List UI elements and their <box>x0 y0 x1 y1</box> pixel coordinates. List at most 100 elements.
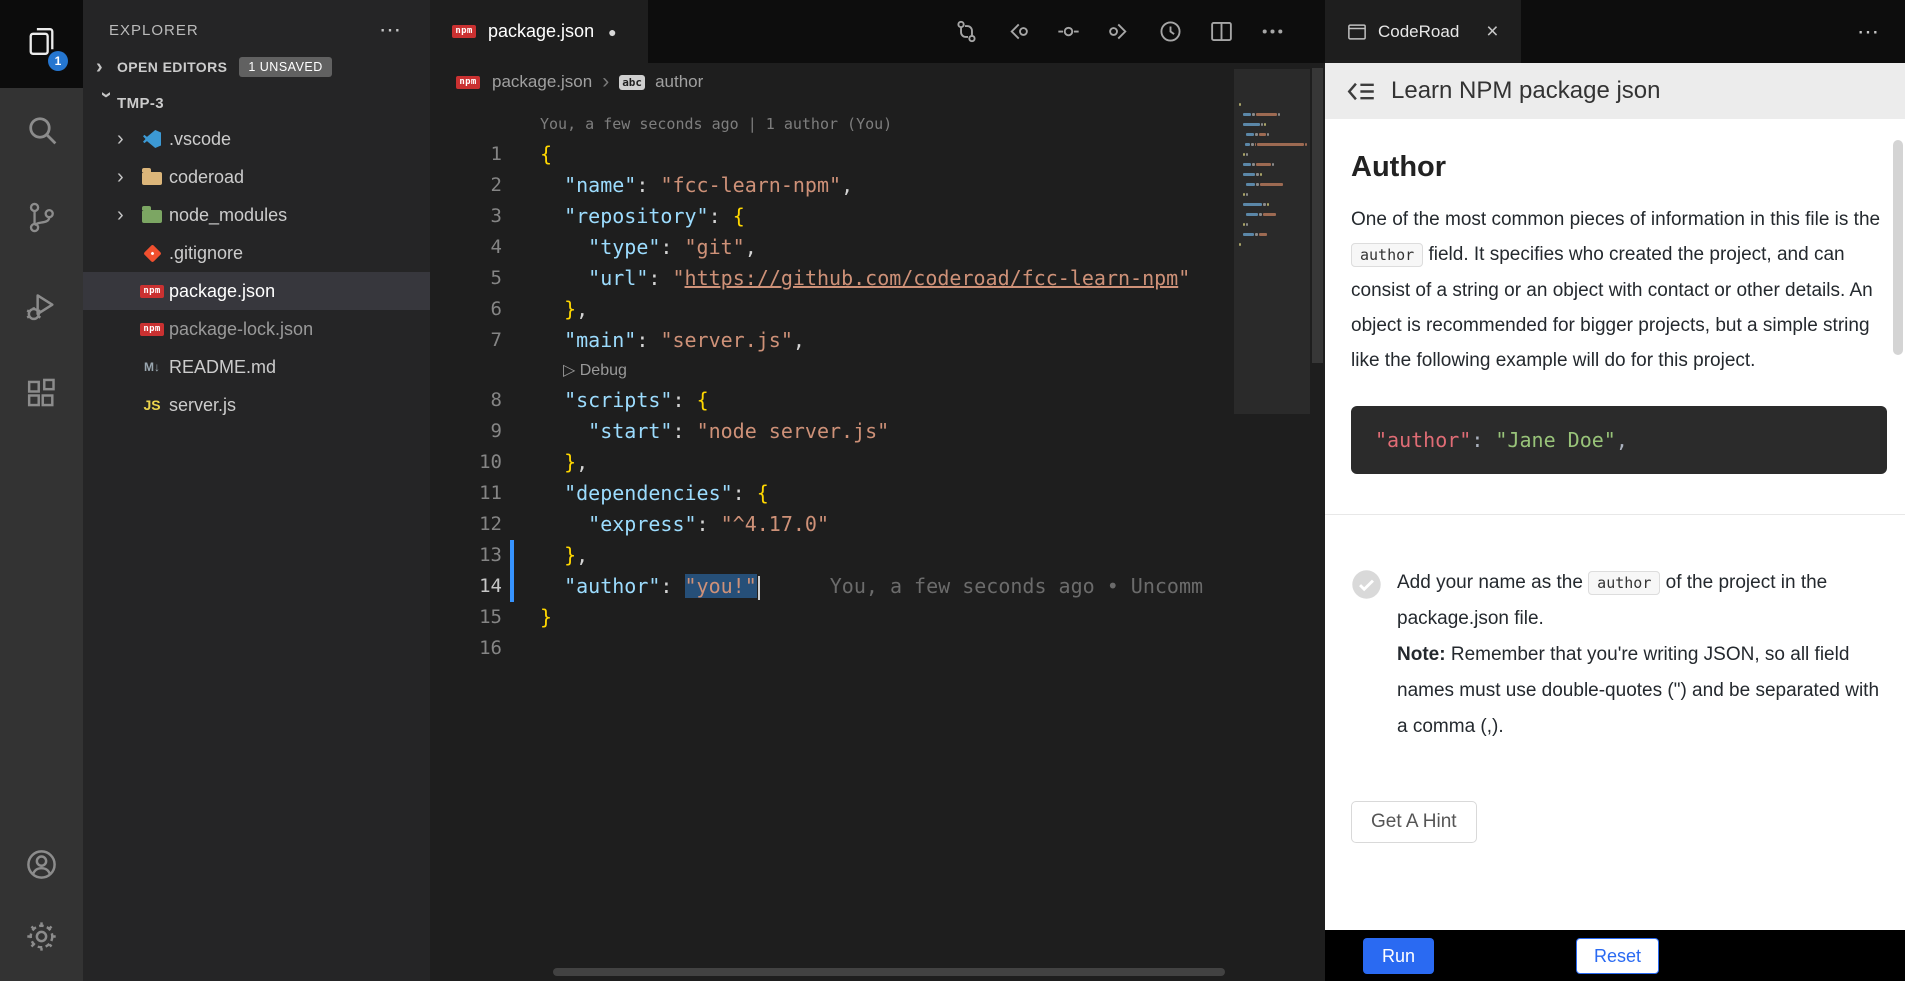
minimap[interactable] <box>1234 63 1310 981</box>
changes-icon[interactable] <box>1056 19 1081 44</box>
close-icon[interactable]: × <box>1486 20 1498 44</box>
file-package-lock.json[interactable]: npmpackage-lock.json <box>83 310 430 348</box>
code-lines: 1{2 "name": "fcc-learn-npm",3 "repositor… <box>430 139 1234 664</box>
editor-tab-bar: npm package.json ● <box>430 0 1325 63</box>
chevron-right-icon: › <box>117 129 138 149</box>
file-name: package.json <box>169 281 275 302</box>
line-content: "scripts": { <box>521 385 1234 416</box>
code-row[interactable]: 13 }, <box>430 540 1234 571</box>
token: , <box>841 173 853 197</box>
code-row[interactable]: 14 "author": "you!"You, a few seconds ag… <box>430 571 1234 602</box>
vertical-scrollbar[interactable] <box>1310 63 1325 981</box>
chevron-right-icon: › <box>96 57 117 77</box>
code-row[interactable]: 12 "express": "^4.17.0" <box>430 509 1234 540</box>
file-name: node_modules <box>169 205 287 226</box>
token: { <box>733 204 745 228</box>
token: : <box>672 419 696 443</box>
horizontal-scrollbar[interactable] <box>553 968 1225 976</box>
previous-change-icon[interactable] <box>1005 19 1030 44</box>
panel-more-actions-icon[interactable]: ⋯ <box>1857 19 1905 45</box>
activity-bar-items: 1 <box>0 0 83 440</box>
line-content: }, <box>521 447 1234 478</box>
activitybar-item-settings[interactable] <box>0 903 83 975</box>
modified-gutter-indicator <box>502 571 521 602</box>
activitybar-item-explorer[interactable]: 1 <box>0 0 83 88</box>
file-.vscode[interactable]: ›.vscode <box>83 120 430 158</box>
activitybar-item-extensions[interactable] <box>0 352 83 440</box>
modified-gutter-indicator <box>502 540 521 571</box>
line-number: 11 <box>430 478 502 509</box>
gutter-spacer <box>502 139 521 170</box>
tab-package-json[interactable]: npm package.json ● <box>430 0 648 63</box>
run-debug-icon <box>23 287 60 329</box>
file-history-icon[interactable] <box>1158 19 1183 44</box>
open-editors-section[interactable]: › OPEN EDITORS 1 UNSAVED <box>83 52 430 82</box>
get-hint-button[interactable]: Get A Hint <box>1351 801 1477 843</box>
file-name: .gitignore <box>169 243 243 264</box>
code-row[interactable]: 11 "dependencies": { <box>430 478 1234 509</box>
file-.gitignore[interactable]: .gitignore <box>83 234 430 272</box>
run-button[interactable]: Run <box>1363 938 1434 974</box>
codelens[interactable]: ▷ Debug <box>430 356 1234 385</box>
file-coderoad[interactable]: › coderoad <box>83 158 430 196</box>
activitybar-item-account[interactable] <box>0 831 83 903</box>
reset-button[interactable]: Reset <box>1576 938 1659 974</box>
code-row[interactable]: 4 "type": "git", <box>430 232 1234 263</box>
code-editor[interactable]: You, a few seconds ago | 1 author (You) … <box>430 101 1234 981</box>
token <box>540 204 564 228</box>
tab-coderoad[interactable]: CodeRoad × <box>1325 0 1521 63</box>
code-row[interactable]: 7 "main": "server.js", <box>430 325 1234 356</box>
breadcrumb-file[interactable]: package.json <box>492 72 592 92</box>
activitybar-item-search[interactable] <box>0 88 83 176</box>
token <box>540 235 588 259</box>
file-name: coderoad <box>169 167 244 188</box>
chevron-right-icon: › <box>117 167 138 187</box>
gutter-spacer <box>502 385 521 416</box>
activitybar-item-source-control[interactable] <box>0 176 83 264</box>
modified-dot-icon[interactable]: ● <box>608 24 616 40</box>
code-row[interactable]: 6 }, <box>430 294 1234 325</box>
step-paragraph: One of the most common pieces of informa… <box>1351 202 1887 378</box>
vertical-scrollbar-thumb[interactable] <box>1312 68 1323 363</box>
code-row[interactable]: 10 }, <box>430 447 1234 478</box>
code-row[interactable]: 8 "scripts": { <box>430 385 1234 416</box>
workspace-root[interactable]: › TMP-3 <box>83 87 430 120</box>
minimap-line <box>1239 213 1308 216</box>
line-number: 5 <box>430 263 502 294</box>
line-number: 12 <box>430 509 502 540</box>
code-row[interactable]: 3 "repository": { <box>430 201 1234 232</box>
file-README.md[interactable]: M↓README.md <box>83 348 430 386</box>
breadcrumb-symbol[interactable]: author <box>655 72 703 92</box>
gutter-spacer <box>502 416 521 447</box>
panel-scrollbar-thumb[interactable] <box>1893 140 1903 355</box>
unsaved-badge: 1 UNSAVED <box>239 57 331 77</box>
coderoad-menu-icon[interactable] <box>1347 80 1376 103</box>
git-compare-icon[interactable] <box>954 19 979 44</box>
panel-tab-label: CodeRoad <box>1378 22 1459 42</box>
activity-badge: 1 <box>48 51 68 71</box>
more-actions-icon[interactable] <box>1260 19 1285 44</box>
line-content: { <box>521 139 1234 170</box>
code-row[interactable]: 9 "start": "node server.js" <box>430 416 1234 447</box>
file-node_modules[interactable]: ›node_modules <box>83 196 430 234</box>
file-package.json[interactable]: npmpackage.json <box>83 272 430 310</box>
token <box>540 266 588 290</box>
more-actions-icon[interactable]: ⋯ <box>379 17 402 43</box>
minimap-line <box>1239 103 1308 106</box>
line-number: 4 <box>430 232 502 263</box>
split-editor-icon[interactable] <box>1209 19 1234 44</box>
blame-annotation: You, a few seconds ago | 1 author (You) <box>430 109 1234 139</box>
inline-code: author <box>1588 571 1660 595</box>
text-segment: Add your name as the <box>1397 572 1588 593</box>
code-row[interactable]: 15} <box>430 602 1234 633</box>
file-server.js[interactable]: JSserver.js <box>83 386 430 424</box>
gutter-spacer <box>502 232 521 263</box>
code-row[interactable]: 5 "url": "https://github.com/coderoad/fc… <box>430 263 1234 294</box>
activitybar-item-run-debug[interactable] <box>0 264 83 352</box>
code-row[interactable]: 16 <box>430 633 1234 664</box>
text-segment: field. It specifies who created the proj… <box>1351 244 1873 371</box>
divider <box>1325 514 1905 515</box>
next-change-icon[interactable] <box>1107 19 1132 44</box>
code-row[interactable]: 1{ <box>430 139 1234 170</box>
code-row[interactable]: 2 "name": "fcc-learn-npm", <box>430 170 1234 201</box>
